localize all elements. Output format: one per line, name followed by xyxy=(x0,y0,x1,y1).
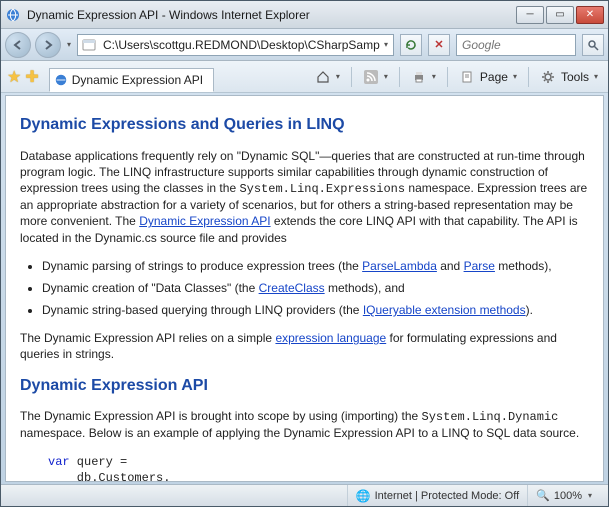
code-namespace: System.Linq.Dynamic xyxy=(422,410,559,424)
page-menu[interactable]: Page ▾ xyxy=(455,67,521,87)
code-block: var query = db.Customers. Where("City = … xyxy=(48,454,589,482)
page-icon xyxy=(81,37,97,53)
feature-list: Dynamic parsing of strings to produce ex… xyxy=(42,258,589,319)
window-title: Dynamic Expression API - Windows Interne… xyxy=(27,8,516,22)
feeds-button[interactable]: ▾ xyxy=(359,67,392,87)
command-bar: ★ ✚ Dynamic Expression API ▾ ▾ ▾ xyxy=(1,61,608,93)
zoom-value: 100% xyxy=(554,490,582,502)
rss-icon xyxy=(361,67,381,87)
close-button[interactable]: ✕ xyxy=(576,6,604,24)
stop-button[interactable]: ✕ xyxy=(428,34,450,56)
document-body: Dynamic Expressions and Queries in LINQ … xyxy=(6,96,603,482)
page-icon xyxy=(457,67,477,87)
chevron-down-icon: ▾ xyxy=(334,72,342,81)
code-namespace: System.Linq.Expressions xyxy=(239,182,405,196)
home-icon xyxy=(313,67,333,87)
link-parse[interactable]: Parse xyxy=(464,259,495,273)
chevron-down-icon: ▾ xyxy=(382,72,390,81)
link-expression-language[interactable]: expression language xyxy=(275,331,386,345)
zoom-control[interactable]: 🔍 100% ▾ xyxy=(527,485,602,506)
refresh-button[interactable] xyxy=(400,34,422,56)
link-createclass[interactable]: CreateClass xyxy=(259,281,325,295)
address-dropdown[interactable]: ▾ xyxy=(382,40,390,49)
chevron-down-icon: ▾ xyxy=(511,72,519,81)
search-button[interactable] xyxy=(582,34,604,56)
list-item: Dynamic parsing of strings to produce ex… xyxy=(42,258,589,274)
link-parselambda[interactable]: ParseLambda xyxy=(362,259,437,273)
tools-menu[interactable]: Tools ▾ xyxy=(536,67,602,87)
content-viewport[interactable]: Dynamic Expressions and Queries in LINQ … xyxy=(5,95,604,482)
list-item: Dynamic string-based querying through LI… xyxy=(42,302,589,318)
globe-icon: 🌐 xyxy=(356,489,371,503)
back-button[interactable] xyxy=(5,32,31,58)
nav-history-dropdown[interactable]: ▾ xyxy=(65,40,73,49)
zoom-icon: 🔍 xyxy=(536,489,550,502)
heading-main: Dynamic Expressions and Queries in LINQ xyxy=(20,114,589,136)
print-button[interactable]: ▾ xyxy=(407,67,440,87)
link-dynamic-expression-api[interactable]: Dynamic Expression API xyxy=(139,214,270,228)
search-box[interactable] xyxy=(456,34,576,56)
print-icon xyxy=(409,67,429,87)
page-menu-label: Page xyxy=(478,70,510,84)
browser-window: Dynamic Expression API - Windows Interne… xyxy=(0,0,609,507)
status-bar: 🌐 Internet | Protected Mode: Off 🔍 100% … xyxy=(1,484,608,506)
browser-tab[interactable]: Dynamic Expression API xyxy=(49,68,214,92)
chevron-down-icon: ▾ xyxy=(586,491,594,500)
maximize-button[interactable]: ▭ xyxy=(546,6,574,24)
home-button[interactable]: ▾ xyxy=(311,67,344,87)
link-iqueryable-extensions[interactable]: IQueryable extension methods xyxy=(363,303,526,317)
title-bar: Dynamic Expression API - Windows Interne… xyxy=(1,1,608,29)
zone-text: Internet | Protected Mode: Off xyxy=(375,490,520,502)
security-zone[interactable]: 🌐 Internet | Protected Mode: Off xyxy=(347,485,527,506)
navigation-bar: ▾ ▾ ✕ xyxy=(1,29,608,61)
paragraph: The Dynamic Expression API relies on a s… xyxy=(20,330,589,362)
window-controls: ─ ▭ ✕ xyxy=(516,6,604,24)
address-bar[interactable]: ▾ xyxy=(77,34,394,56)
tab-page-icon xyxy=(54,73,68,87)
minimize-button[interactable]: ─ xyxy=(516,6,544,24)
add-favorite-icon[interactable]: ✚ xyxy=(25,67,38,87)
address-input[interactable] xyxy=(101,36,382,54)
ie-logo-icon xyxy=(5,7,21,23)
forward-button[interactable] xyxy=(35,32,61,58)
chevron-down-icon: ▾ xyxy=(592,72,600,81)
favorites-center-icon[interactable]: ★ xyxy=(7,67,21,87)
tab-title: Dynamic Expression API xyxy=(72,73,203,87)
chevron-down-icon: ▾ xyxy=(430,72,438,81)
paragraph: The Dynamic Expression API is brought in… xyxy=(20,408,589,441)
list-item: Dynamic creation of "Data Classes" (the … xyxy=(42,280,589,296)
tools-menu-label: Tools xyxy=(559,70,591,84)
heading-api: Dynamic Expression API xyxy=(20,375,589,397)
gear-icon xyxy=(538,67,558,87)
intro-paragraph: Database applications frequently rely on… xyxy=(20,148,589,246)
